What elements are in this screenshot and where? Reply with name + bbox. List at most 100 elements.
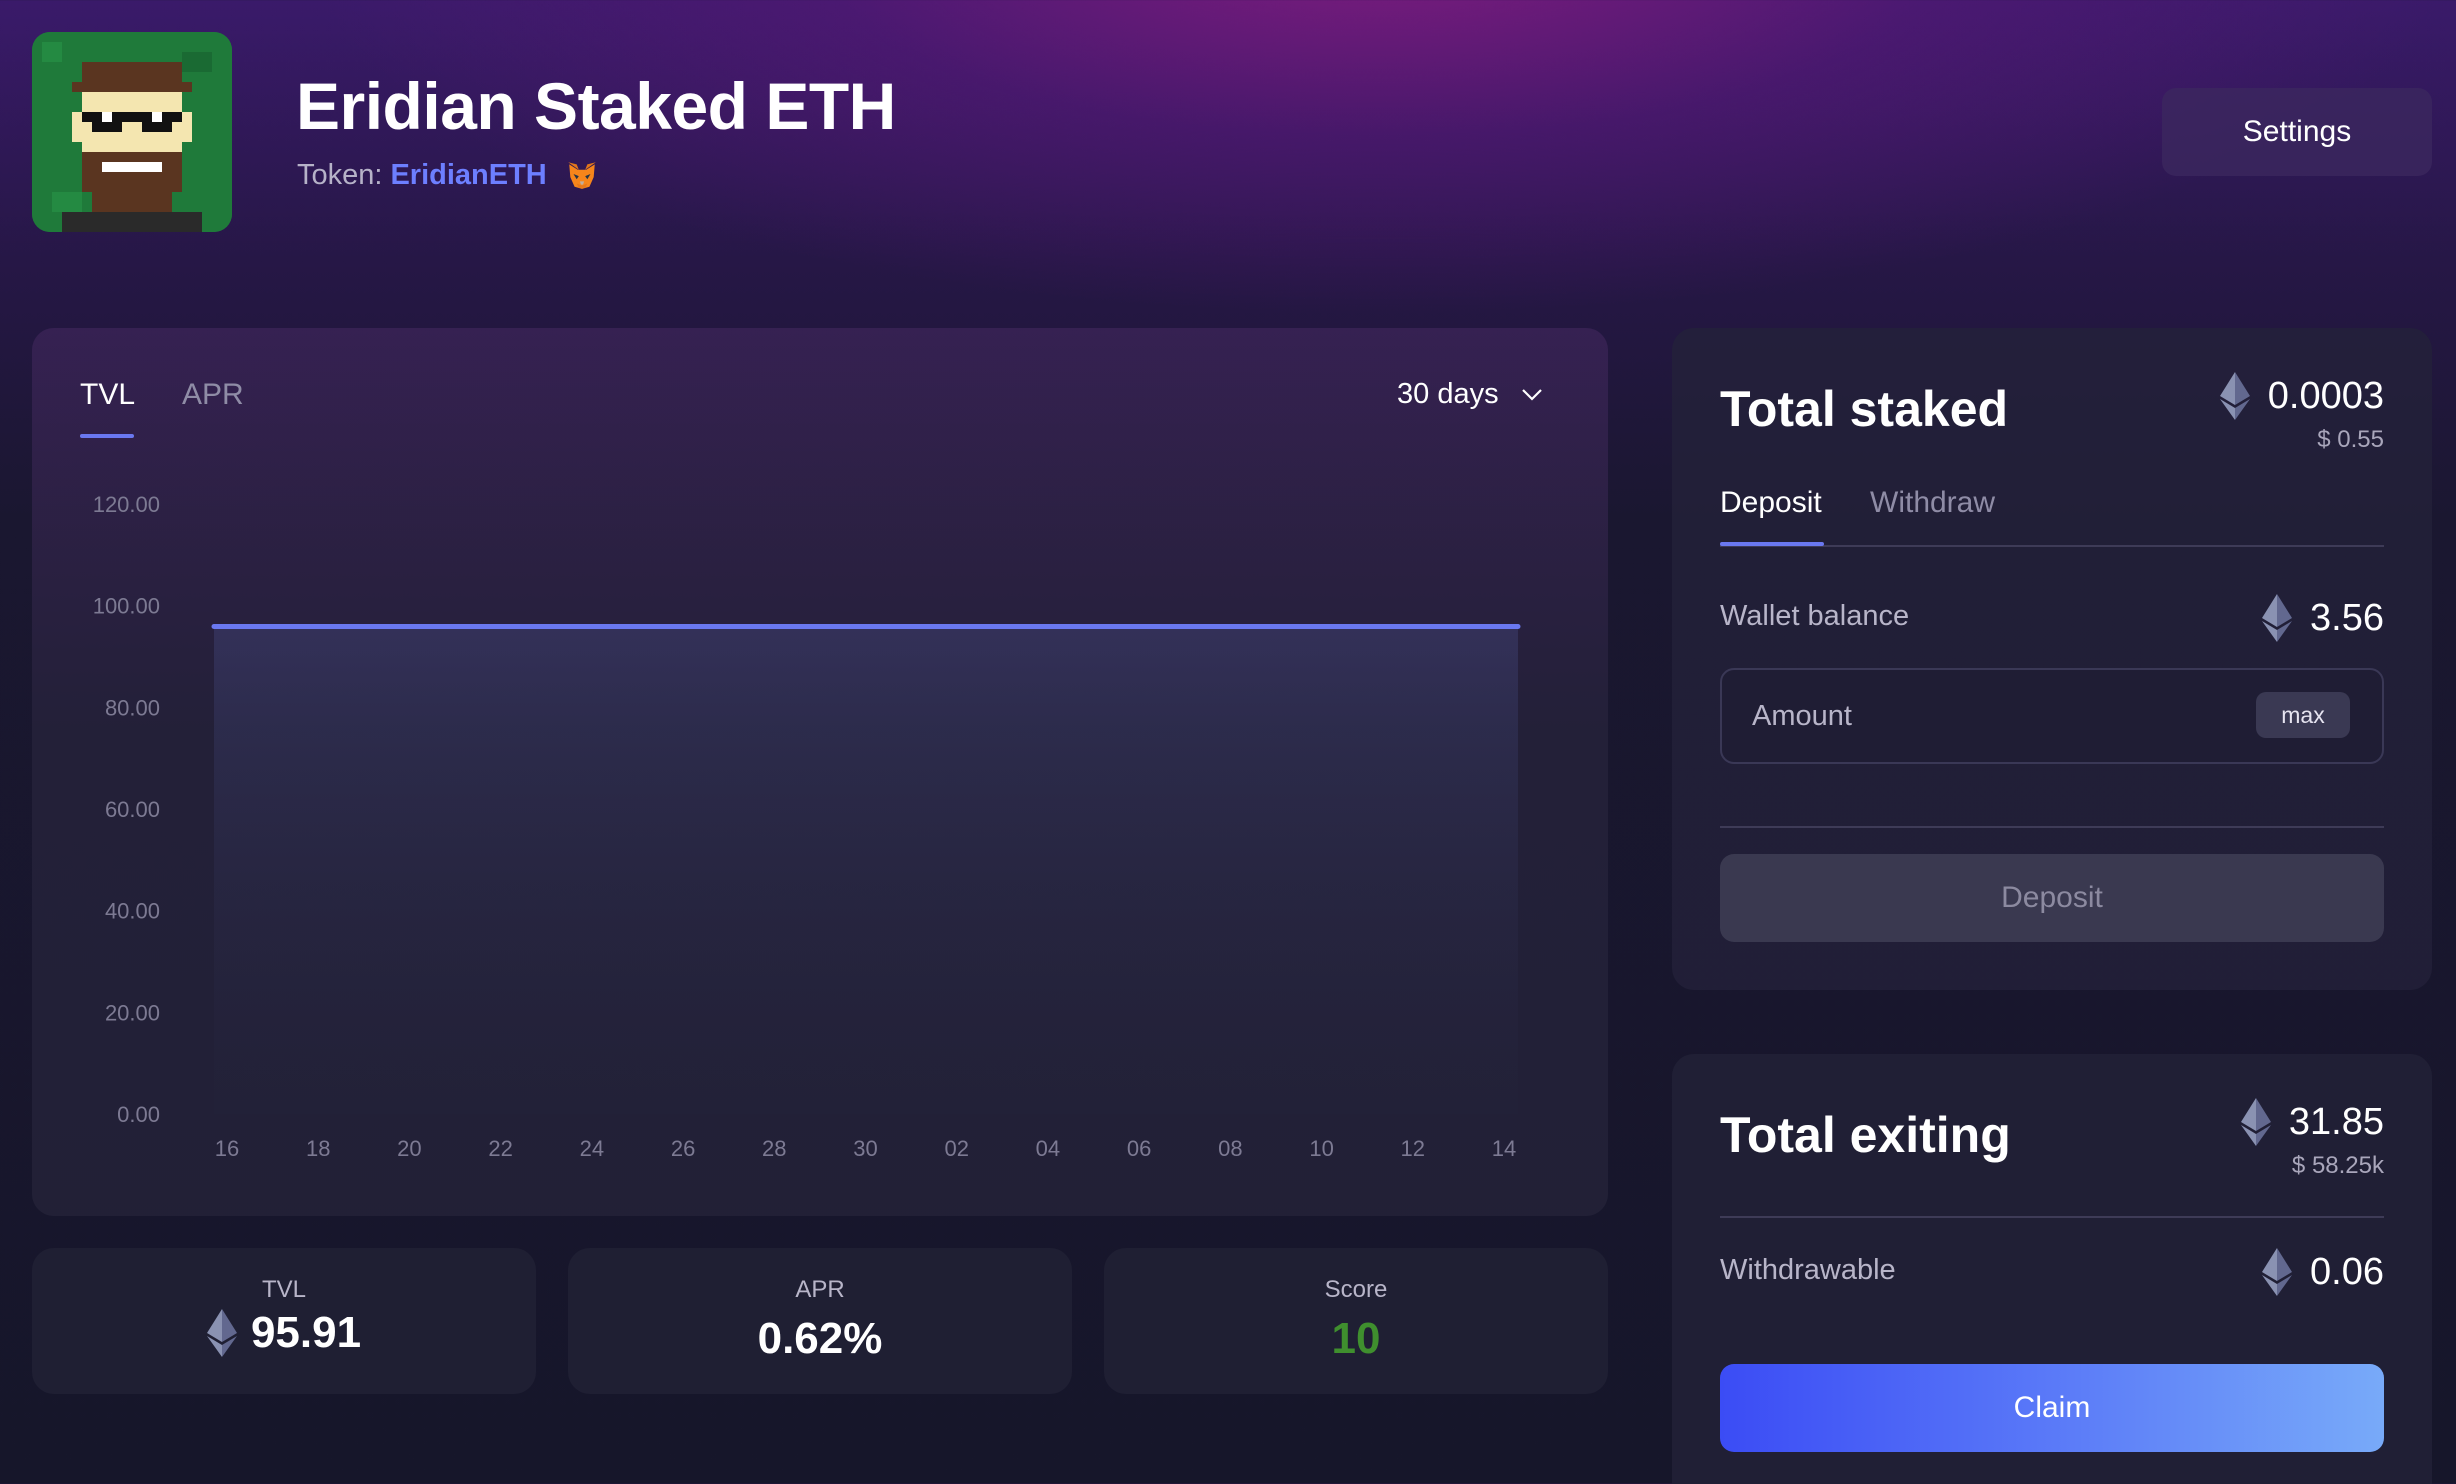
tvl-point[interactable] [559,623,565,629]
tvl-point[interactable] [646,623,652,629]
chart-card: 120.00 100.00 80.00 60.00 40.00 20.00 0.00 16 18… [32,328,1608,1216]
exiting-divider [1720,1216,2384,1218]
total-staked-title: Total staked [1720,381,2009,437]
tvl-point[interactable] [602,623,608,629]
x-tick-label: 06 [1127,1136,1151,1161]
total-exiting-amount: 31.85 [2240,1098,2384,1146]
tvl-point[interactable] [993,623,999,629]
amount-input[interactable] [1752,670,2232,762]
tab-deposit-underline [1720,542,1824,546]
tvl-point[interactable] [472,623,478,629]
tvl-point[interactable] [689,623,695,629]
stat-label-apr: APR [795,1276,845,1303]
tvl-point[interactable] [1385,623,1391,629]
deposit-button[interactable]: Deposit [1720,854,2384,942]
token-line: Token: EridianETH [297,158,599,192]
wallet-balance-amount: 3.56 [2262,594,2384,642]
tvl-point[interactable] [211,623,217,629]
y-tick-label: 80.00 [105,695,160,720]
metamask-fox-icon[interactable] [565,158,599,192]
tvl-point[interactable] [1254,623,1260,629]
tvl-point[interactable] [254,623,260,629]
x-tick-label: 26 [671,1136,695,1161]
max-button[interactable]: max [2256,692,2350,738]
x-tick-label: 18 [306,1136,330,1161]
withdrawable-amount: 0.06 [2262,1248,2384,1296]
withdrawable-label: Withdrawable [1720,1254,1896,1286]
total-staked-eth: 0.0003 [2267,374,2384,417]
total-staked-card: Total staked 0.0003 $ 0.55 Deposit Withd… [1672,328,2432,990]
x-tick-label: 10 [1309,1136,1333,1161]
stat-value-apr: 0.62% [757,1314,883,1363]
total-exiting-usd: $ 58.25k [2291,1152,2384,1179]
ethereum-icon [2262,594,2293,642]
withdrawable-value: 0.06 [2310,1250,2384,1293]
y-tick-label: 20.00 [105,1000,160,1025]
tvl-point[interactable] [1515,623,1521,629]
x-tick-label: 24 [580,1136,604,1161]
y-tick-label: 100.00 [93,594,160,619]
x-tick-label: 28 [762,1136,786,1161]
stat-card-score: Score 10 [1104,1248,1608,1394]
x-tick-label: 02 [944,1136,968,1161]
stat-label-score: Score [1324,1276,1388,1303]
tvl-point[interactable] [906,623,912,629]
x-tick-label: 30 [853,1136,877,1161]
tvl-point[interactable] [428,623,434,629]
stat-card-apr: APR 0.62% [568,1248,1072,1394]
x-tick-label: 04 [1036,1136,1060,1161]
y-tick-label: 0.00 [117,1102,160,1127]
amount-divider [1720,826,2384,828]
tvl-point[interactable] [733,623,739,629]
tvl-point[interactable] [1298,623,1304,629]
stat-value-tvl: 95.91 [250,1308,362,1357]
stat-value-tvl-row: 95.91 [32,1308,536,1358]
x-tick-label: 08 [1218,1136,1242,1161]
tab-tvl-underline [80,434,134,438]
stat-value-score: 10 [1331,1314,1381,1363]
tab-tvl[interactable]: TVL [80,378,135,412]
tvl-point[interactable] [341,623,347,629]
token-prefix: Token: [297,158,383,191]
tvl-point[interactable] [1167,623,1173,629]
period-select[interactable]: 30 days [1397,378,1543,411]
ethereum-icon [2240,1098,2271,1146]
wallet-balance-value: 3.56 [2310,596,2384,639]
tvl-point[interactable] [863,623,869,629]
tab-deposit[interactable]: Deposit [1720,486,1822,520]
tvl-point[interactable] [776,623,782,629]
ethereum-icon [206,1309,237,1357]
tvl-point[interactable] [1211,623,1217,629]
tvl-chart: 120.00 100.00 80.00 60.00 40.00 20.00 0.00 16 18… [93,492,1521,1161]
tvl-point[interactable] [1472,623,1478,629]
amount-field: max [1720,668,2384,764]
tab-withdraw[interactable]: Withdraw [1870,486,1995,520]
x-tick-label: 16 [215,1136,239,1161]
x-tick-label: 20 [397,1136,421,1161]
tvl-point[interactable] [1124,623,1130,629]
x-tick-label: 12 [1401,1136,1425,1161]
settings-button[interactable]: Settings [2162,88,2432,176]
chevron-down-icon [1521,388,1542,401]
tvl-point[interactable] [950,623,956,629]
tab-apr[interactable]: APR [182,378,244,412]
claim-button[interactable]: Claim [1720,1364,2384,1452]
tvl-point[interactable] [1428,623,1434,629]
tvl-point[interactable] [385,623,391,629]
y-tick-label: 60.00 [105,797,160,822]
ethereum-icon [2262,1248,2293,1296]
tvl-point[interactable] [298,623,304,629]
x-tick-label: 22 [488,1136,512,1161]
tvl-point[interactable] [820,623,826,629]
token-link[interactable]: EridianETH [390,159,546,192]
tvl-point[interactable] [1080,623,1086,629]
pixel-avatar-icon [32,32,232,232]
total-staked-usd: $ 0.55 [2317,426,2384,453]
tvl-point[interactable] [1341,623,1347,629]
tvl-point[interactable] [515,623,521,629]
stat-card-tvl: TVL 95.91 [32,1248,536,1394]
wallet-balance-label: Wallet balance [1720,600,1910,632]
stat-label-tvl: TVL [261,1276,306,1303]
tvl-point[interactable] [1037,623,1043,629]
total-staked-amount: 0.0003 [2219,372,2384,420]
